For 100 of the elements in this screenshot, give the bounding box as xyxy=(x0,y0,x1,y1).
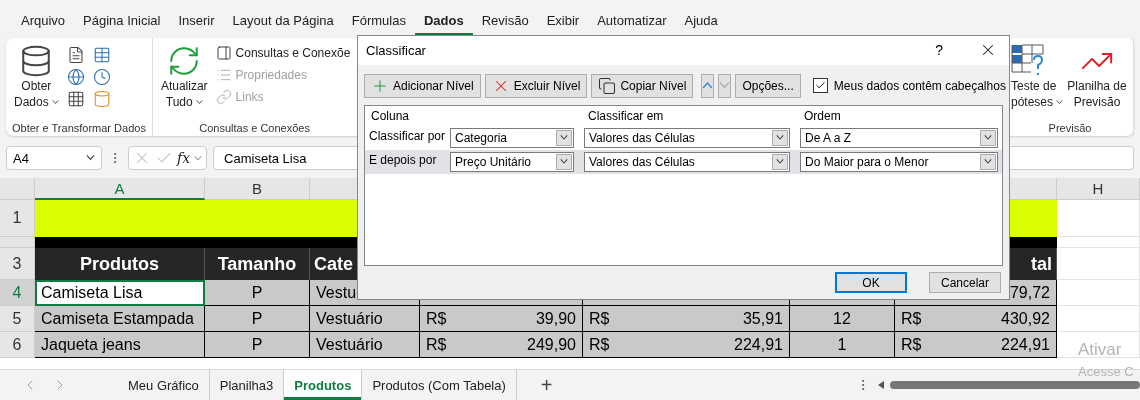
activation-notice: Acesse C xyxy=(1078,364,1134,379)
group-label: Previsão xyxy=(1047,122,1093,134)
dialog-title: Classificar xyxy=(366,42,427,58)
group-label: Obter e Transformar Dados xyxy=(12,122,146,134)
sort-on-dropdown[interactable]: Valores das Células xyxy=(584,151,790,172)
table-cell: Camiseta Lisa xyxy=(35,280,205,306)
sheet-tab[interactable]: Produtos (Com Tabela) xyxy=(362,370,517,400)
table-icon xyxy=(66,90,85,108)
order-dropdown[interactable]: Do Maior para o Menor xyxy=(800,151,998,172)
column-header[interactable]: B xyxy=(205,178,310,200)
checkbox-label: Meus dados contêm cabeçalhos xyxy=(833,78,1006,93)
options-button[interactable]: Opções... xyxy=(735,73,801,98)
menu-tab[interactable]: Fórmulas xyxy=(342,13,415,36)
table-cell: 12 xyxy=(790,306,895,332)
column-dropdown[interactable]: Categoria xyxy=(450,127,574,148)
table-icon xyxy=(92,46,111,64)
menu-tab[interactable]: Automatizar xyxy=(588,13,676,36)
table-cell: Vestuário xyxy=(310,306,420,332)
refresh-all-button[interactable]: Atualizar Tudo xyxy=(158,42,210,112)
table-cell: P xyxy=(205,280,310,306)
table-cell: R$ 224,91 xyxy=(583,332,790,358)
row-header[interactable]: 1 xyxy=(0,200,35,237)
sort-on-dropdown[interactable]: Valores das Células xyxy=(584,127,790,148)
document-icon xyxy=(66,46,85,64)
forecast-sheet-button[interactable]: Planilha de Previsão xyxy=(1063,42,1131,112)
database-icon xyxy=(92,90,111,108)
order-dropdown[interactable]: De A a Z xyxy=(800,127,998,148)
add-level-button[interactable]: Adicionar Nível xyxy=(364,73,481,98)
table-question-icon xyxy=(1011,44,1045,78)
activation-notice: Ativar xyxy=(1078,340,1122,360)
name-box[interactable]: A4 xyxy=(6,146,102,170)
chevron-down-icon xyxy=(560,135,568,141)
menu-tab[interactable]: Layout da Página xyxy=(223,13,343,36)
chevron-down-icon xyxy=(719,82,731,90)
caret-icon xyxy=(51,99,59,105)
column-heading: Classificar em xyxy=(587,108,665,123)
level-label: Classificar por xyxy=(368,127,447,143)
table-cell: Vestuário xyxy=(310,332,420,358)
get-data-button[interactable]: Obter Dados xyxy=(12,42,61,112)
panel-icon xyxy=(215,45,232,61)
level-label: E depois por xyxy=(368,151,438,167)
table-cell: R$ 430,92 xyxy=(895,306,1057,332)
delete-level-button[interactable]: Excluir Nível xyxy=(484,73,588,98)
sheet-tab[interactable]: Produtos xyxy=(284,370,363,400)
table-cell: P xyxy=(205,332,310,358)
column-header[interactable]: H xyxy=(1057,178,1140,200)
move-up-button[interactable] xyxy=(701,73,715,98)
column-heading: Produtos xyxy=(35,248,205,280)
cancel-button[interactable]: Cancelar xyxy=(929,272,1001,293)
copy-level-button[interactable]: Copiar Nível xyxy=(591,73,694,98)
horizontal-scrollbar[interactable] xyxy=(876,379,1140,391)
row-header[interactable]: 4 xyxy=(0,280,35,306)
menu-tab[interactable]: Ajuda xyxy=(675,13,727,36)
ribbon-item[interactable]: Consultas e Conexõe xyxy=(215,42,351,64)
add-sheet-button[interactable]: + xyxy=(540,373,553,397)
column-dropdown[interactable]: Preço Unitário xyxy=(450,151,574,172)
table-cell: P xyxy=(205,306,310,332)
globe-icon xyxy=(66,68,85,86)
chevron-down-icon xyxy=(984,135,992,141)
menu-tab[interactable]: Página Inicial xyxy=(74,13,170,36)
table-cell: Jaqueta jeans xyxy=(35,332,205,358)
menu-tab[interactable]: Arquivo xyxy=(12,13,75,36)
what-if-button[interactable]: Teste de póteses xyxy=(1009,42,1061,112)
ok-button[interactable]: OK xyxy=(835,272,907,293)
row-header[interactable]: 3 xyxy=(0,248,35,280)
chevron-down-icon xyxy=(984,159,992,165)
list-icon xyxy=(215,67,232,83)
chevron-down-icon xyxy=(776,159,784,165)
sheet-tab[interactable]: Meu Gráfico xyxy=(118,370,210,400)
column-heading: Tamanho xyxy=(205,248,310,280)
table-cell: R$ 224,91 xyxy=(895,332,1057,358)
menu-tab[interactable]: Revisão xyxy=(472,13,538,36)
checkbox[interactable] xyxy=(812,78,828,94)
caret-icon xyxy=(1056,99,1064,105)
chevron-down-icon xyxy=(776,135,784,141)
table-cell: 1 xyxy=(790,332,895,358)
column-header[interactable]: A xyxy=(35,178,205,200)
copy-icon xyxy=(598,76,617,95)
column-heading: Coluna xyxy=(370,108,411,123)
row-header[interactable]: 6 xyxy=(0,332,35,358)
column-heading: Ordem xyxy=(803,108,842,123)
caret-icon xyxy=(195,99,203,105)
table-cell: R$ 39,90 xyxy=(420,306,583,332)
chevron-up-icon xyxy=(702,82,714,90)
link-icon xyxy=(215,89,232,105)
clock-icon xyxy=(92,68,111,86)
chevron-down-icon xyxy=(86,155,95,161)
row-header[interactable]: 5 xyxy=(0,306,35,332)
menu-tab[interactable]: Exibir xyxy=(537,13,589,36)
table-cell: Camiseta Estampada xyxy=(35,306,205,332)
function-button[interactable]: fx xyxy=(177,150,191,166)
help-button[interactable]: ? xyxy=(935,42,943,59)
table-cell: R$ 249,90 xyxy=(420,332,583,358)
chevron-down-icon xyxy=(560,159,568,165)
group-label: Consultas e Conexões xyxy=(198,122,311,134)
chevron-down-icon xyxy=(194,155,203,161)
sort-level-row[interactable]: E depois por Preço Unitário Valores das Células Do Maior para o Menor xyxy=(365,149,1002,174)
menu-tab[interactable]: Inserir xyxy=(169,13,224,36)
table-cell: R$ 35,91 xyxy=(583,306,790,332)
sort-level-row[interactable]: Classificar por Categoria Valores das Células De A a Z xyxy=(365,125,1002,150)
